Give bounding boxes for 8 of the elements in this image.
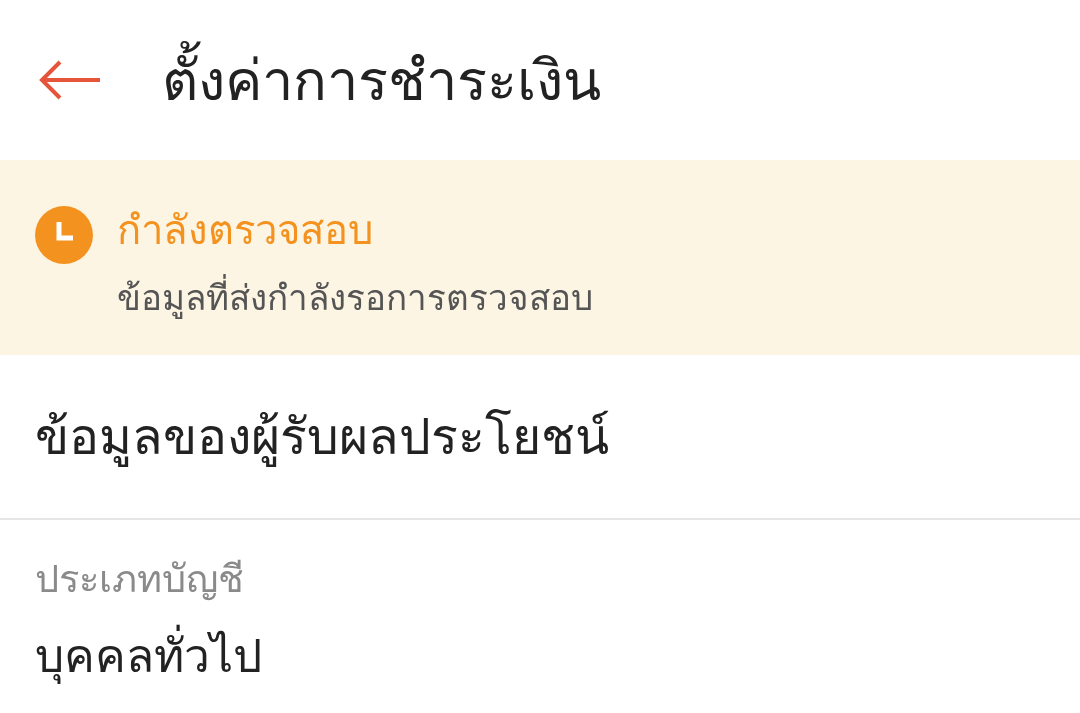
section-title: ข้อมูลของผู้รับผลประโยชน์ [35, 407, 609, 469]
field-label: ประเภทบัญชี [35, 556, 245, 603]
status-message: ข้อมูลที่ส่งกำลังรอการตรวจสอบ [117, 270, 593, 325]
clock-icon [35, 206, 93, 264]
field-value: บุคคลทั่วไป [35, 619, 1080, 692]
status-title: กำลังตรวจสอบ [117, 206, 374, 255]
back-arrow-icon[interactable] [38, 60, 102, 100]
page-title: ตั้งค่าการชำระเงิน [162, 35, 601, 125]
